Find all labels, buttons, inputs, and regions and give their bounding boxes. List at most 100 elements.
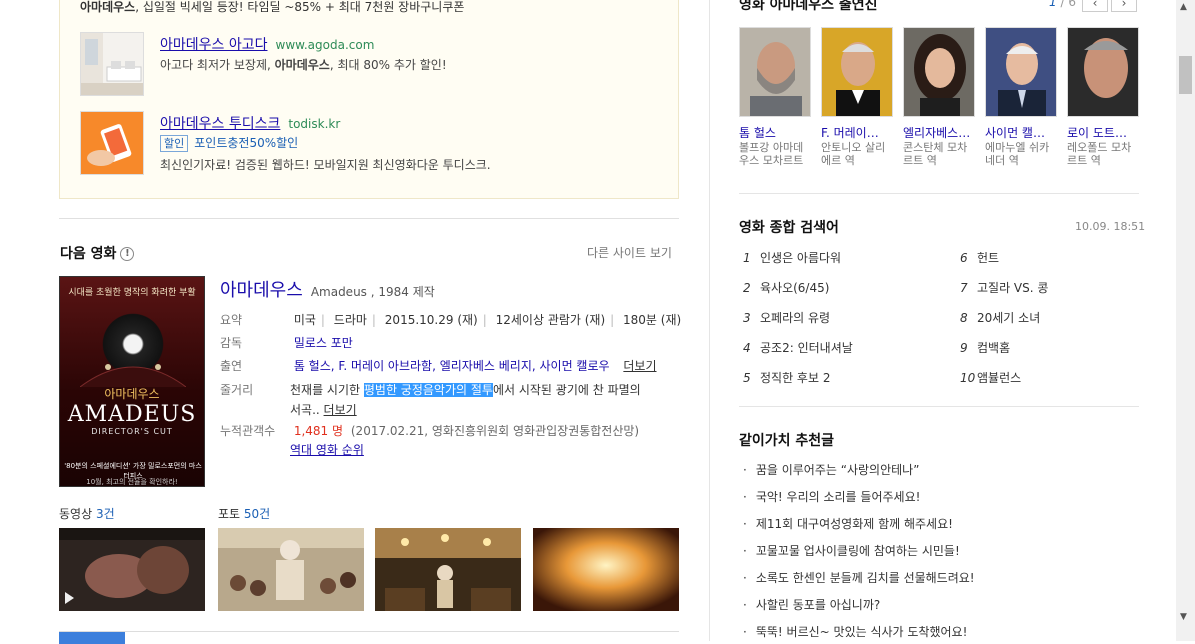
summary-genre: 드라마 xyxy=(333,313,367,327)
cast-name: 톰 헐스 xyxy=(739,126,776,140)
summary-rating: 12세이상 관람가 (재) xyxy=(495,313,606,327)
ad-url-agoda[interactable]: www.agoda.com xyxy=(276,38,375,52)
video-label[interactable]: 동영상 3건 xyxy=(59,505,115,522)
prev-page-button[interactable]: ‹ xyxy=(1082,0,1108,12)
scroll-thumb[interactable] xyxy=(1179,56,1192,94)
cast-links[interactable]: 톰 헐스, F. 머레이 아브라함, 엘리자베스 베리지, 사이먼 캘로우 xyxy=(294,359,610,373)
summary-release: 2015.10.29 (재) xyxy=(384,313,478,327)
other-site-link[interactable]: 다른 사이트 보기 xyxy=(587,244,672,261)
cast-photo xyxy=(739,27,811,117)
photo-thumbnail-3[interactable] xyxy=(533,528,679,611)
recommend-panel-title: 같이가치 추천글 xyxy=(739,433,835,449)
rank-item[interactable]: 10 앰뷸런스 xyxy=(960,369,1021,386)
cast-member[interactable]: F. 머레이… 안토니오 살리에르 역 xyxy=(821,27,893,167)
cast-name: 로이 도트… xyxy=(1067,126,1127,140)
director-link[interactable]: 밀로스 포만 xyxy=(294,336,353,350)
rank-item[interactable]: 3 오페라의 유령 xyxy=(743,309,830,326)
ad-thumbnail-todisk[interactable] xyxy=(80,111,144,175)
cast-name: 엘리자베스… xyxy=(903,126,971,140)
cast-member[interactable]: 사이먼 캘… 에마누엘 쉬카네더 역 xyxy=(985,27,1057,167)
cast-role: 레오폴드 모차르트 역 xyxy=(1067,141,1132,167)
ad-promo-todisk[interactable]: 할인 포인트충전50%할인 xyxy=(160,134,298,152)
cast-name: F. 머레이… xyxy=(821,126,879,140)
cast-pager: 1 / 6 xyxy=(1049,0,1076,9)
next-movie-title: 다음 영화! xyxy=(60,243,135,263)
poster-orchestra xyxy=(80,364,186,387)
ad-top-text: , 십일절 빅세일 등장! 타임딜 ~85% + 최대 7천원 장바구니쿠폰 xyxy=(135,0,465,14)
audience-label: 누적관객수 xyxy=(220,424,276,438)
promo-text: 포인트충전50%할인 xyxy=(194,136,299,150)
all-time-ranking-link[interactable]: 역대 영화 순위 xyxy=(290,443,364,457)
scroll-down-icon[interactable]: ▼ xyxy=(1180,612,1187,622)
cast-row: 출연 톰 헐스, F. 머레이 아브라함, 엘리자베스 베리지, 사이먼 캘로우… xyxy=(220,357,657,374)
recommend-item[interactable]: 꼬물꼬물 업사이클링에 참여하는 시민들! xyxy=(743,542,960,559)
recommend-item[interactable]: 꿈을 이루어주는 “사랑의안테나” xyxy=(743,461,920,478)
ad-item-todisk: 아마데우스 투디스크 todisk.kr 할인 포인트충전50%할인 최신인기자료!… xyxy=(80,111,670,175)
rank-item[interactable]: 5 정직한 후보 2 xyxy=(743,369,830,386)
ad-desc-agoda: 아고다 최저가 보장제, 아마데우스, 최대 80% 추가 할인! xyxy=(160,58,447,72)
rank-item[interactable]: 8 20세기 소녀 xyxy=(960,309,1040,326)
cast-member[interactable]: 톰 헐스 볼프강 아마데우스 모차르트 xyxy=(739,27,811,167)
divider xyxy=(739,406,1139,407)
movie-title[interactable]: 아마데우스 Amadeus , 1984 제작 xyxy=(220,276,435,302)
director-label: 감독 xyxy=(220,336,243,350)
discount-badge: 할인 xyxy=(160,135,189,152)
poster-tagline: 시대를 초월한 명작의 화려한 부활 xyxy=(68,288,196,298)
rank-item[interactable]: 9 컴백홈 xyxy=(960,339,1010,356)
cast-member[interactable]: 로이 도트… 레오폴드 모차르트 역 xyxy=(1067,27,1139,167)
cast-photo xyxy=(821,27,893,117)
cast-role: 콘스탄체 모차르트 역 xyxy=(903,141,968,167)
audience-row: 누적관객수 1,481 명 (2017.02.21, 영화진흥위원회 영화관입장… xyxy=(220,422,639,439)
audience-count: 1,481 명 xyxy=(293,424,344,438)
poster-en-title: AMADEUS xyxy=(67,402,197,427)
recommend-item[interactable]: 소록도 한센인 분들께 김치를 선물해드려요! xyxy=(743,569,975,586)
sponsored-ads-box: 아마데우스, 십일절 빅세일 등장! 타임딜 ~85% + 최대 7천원 장바구… xyxy=(59,0,679,199)
photo-thumbnail-1[interactable] xyxy=(218,528,364,611)
summary-country: 미국 xyxy=(293,313,316,327)
recommend-item[interactable]: 국악! 우리의 소리를 들어주세요! xyxy=(743,488,921,505)
active-tab[interactable] xyxy=(59,632,125,644)
next-page-button[interactable]: › xyxy=(1111,0,1137,12)
summary-runtime: 180분 (재) xyxy=(623,313,682,327)
info-icon[interactable]: ! xyxy=(120,247,135,261)
rank-item[interactable]: 2 육사오(6/45) xyxy=(743,279,829,296)
rank-item[interactable]: 7 고질라 VS. 콩 xyxy=(960,279,1048,296)
recommend-item[interactable]: 제11회 대구여성영화제 함께 해주세요! xyxy=(743,515,953,532)
cast-role: 에마누엘 쉬카네더 역 xyxy=(985,141,1050,167)
rank-item[interactable]: 6 헌트 xyxy=(960,249,999,266)
director-row: 감독 밀로스 포만 xyxy=(220,334,353,351)
plot-more-link[interactable]: 더보기 xyxy=(324,403,357,417)
ad-thumbnail-agoda[interactable] xyxy=(80,32,144,96)
section-divider xyxy=(59,218,679,219)
photo-label[interactable]: 포토 50건 xyxy=(218,505,270,522)
ad-title-todisk[interactable]: 아마데우스 투디스크 todisk.kr xyxy=(160,113,340,133)
poster-cut: DIRECTOR'S CUT xyxy=(91,427,173,436)
ad-title-agoda[interactable]: 아마데우스 아고다 www.agoda.com xyxy=(160,34,374,54)
ad-desc-todisk: 최신인기자료! 검증된 웹하드! 모바일지원 최신영화다운 투디스크. xyxy=(160,158,491,172)
plot-row: 줄거리 천재를 시기한 평범한 궁정음악가의 절투에서 시작된 광기에 찬 파멸의… xyxy=(220,380,680,420)
movie-poster[interactable]: 시대를 초월한 명작의 화려한 부활 아마데우스 AMADEUS DIRECTO… xyxy=(59,276,205,487)
plot-label: 줄거리 xyxy=(220,383,254,397)
video-thumbnail[interactable] xyxy=(59,528,205,611)
cast-member[interactable]: 엘리자베스… 콘스탄체 모차르트 역 xyxy=(903,27,975,167)
movie-subtitle: Amadeus , 1984 제작 xyxy=(310,285,435,299)
photo-thumbnail-2[interactable] xyxy=(375,528,521,611)
recommend-item[interactable]: 뚝뚝! 버르신~ 맛있는 식사가 도착했어요! xyxy=(743,623,968,640)
ad-top-line[interactable]: 아마데우스, 십일절 빅세일 등장! 타임딜 ~85% + 최대 7천원 장바구… xyxy=(80,0,464,15)
cast-more-link[interactable]: 더보기 xyxy=(623,359,656,373)
search-datetime: 10.09. 18:51 xyxy=(1075,220,1146,233)
scroll-up-icon[interactable]: ▲ xyxy=(1180,2,1187,12)
rank-item[interactable]: 1 인생은 아름다워 xyxy=(743,249,841,266)
ad-url-todisk[interactable]: todisk.kr xyxy=(288,117,340,131)
audience-note: (2017.02.21, 영화진흥위원회 영화관입장권통합전산망) xyxy=(350,424,640,438)
summary-label: 요약 xyxy=(220,313,243,327)
ad-item-agoda: 아마데우스 아고다 www.agoda.com 아고다 최저가 보장제, 아마데우… xyxy=(80,32,670,96)
summary-row: 요약 미국 | 드라마 | 2015.10.29 (재) | 12세이상 관람가 (재… xyxy=(220,313,682,327)
selected-text: 평범한 궁정음악가의 절투 xyxy=(363,383,493,397)
cast-name: 사이먼 캘… xyxy=(985,126,1045,140)
rank-item[interactable]: 4 공조2: 인터내셔날 xyxy=(743,339,853,356)
vertical-scrollbar[interactable]: ▲ ▼ xyxy=(1176,0,1195,641)
poster-release: 10월, 최고의 전율을 확인하라! xyxy=(86,478,178,486)
search-panel-title: 영화 종합 검색어 xyxy=(739,220,839,236)
recommend-item[interactable]: 사할린 동포를 아십니까? xyxy=(743,596,880,613)
